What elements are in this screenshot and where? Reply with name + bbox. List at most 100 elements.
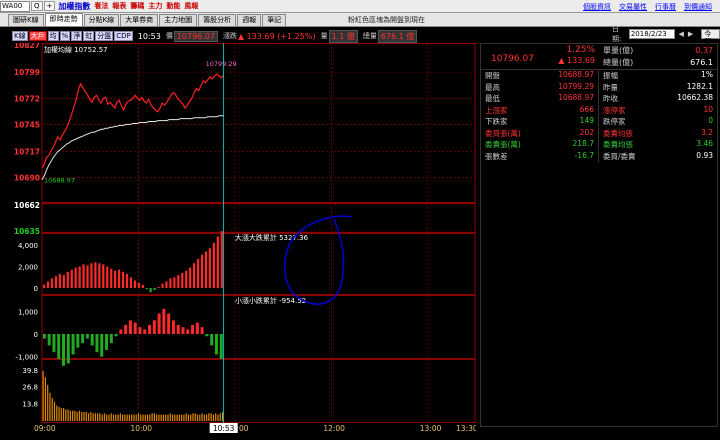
quote-key: 上漲家 bbox=[485, 105, 508, 115]
volume-bar bbox=[103, 413, 106, 421]
tab-weekly[interactable]: 週報 bbox=[237, 14, 262, 26]
volume-bar bbox=[126, 414, 128, 421]
high-mark: 10799.29 bbox=[206, 60, 237, 68]
big-bar bbox=[153, 288, 156, 291]
small-bar bbox=[205, 334, 209, 337]
tab-big-brokers[interactable]: 大單券商 bbox=[120, 14, 159, 26]
small-bar bbox=[71, 334, 75, 355]
big-bar bbox=[110, 268, 113, 288]
small-bar bbox=[85, 334, 89, 339]
volume-bar bbox=[85, 412, 87, 421]
add-button[interactable]: + bbox=[43, 1, 56, 11]
btn-split[interactable]: 分盤 bbox=[95, 31, 114, 41]
big-bar bbox=[82, 264, 85, 288]
quote-panel: 日期: 2018/2/23 ◀ ▶ 今天 1.25% 10796.07 ▲ 13… bbox=[478, 25, 720, 440]
price-label: 價 bbox=[165, 32, 173, 40]
volume-bar bbox=[142, 414, 144, 421]
volume-bar bbox=[160, 414, 162, 421]
small-bar bbox=[114, 334, 118, 337]
cursor-time-label: 10:53 bbox=[213, 424, 235, 433]
btn-net[interactable]: 淨 bbox=[71, 31, 83, 41]
big-bar bbox=[189, 267, 192, 288]
menu-item[interactable]: 動能 bbox=[166, 1, 180, 12]
menu-item[interactable]: 報表 bbox=[112, 1, 126, 12]
big-tick-label: 0 bbox=[34, 285, 38, 293]
today-button[interactable]: 今天 bbox=[701, 29, 720, 46]
big-bar bbox=[137, 282, 140, 288]
volume-bar bbox=[51, 397, 53, 421]
volume-bar bbox=[101, 414, 103, 421]
quote-cell: 委買張(萬) 202 bbox=[481, 127, 599, 139]
small-bar bbox=[42, 334, 46, 339]
volume-bar bbox=[185, 413, 187, 421]
btn-avg[interactable]: 均 bbox=[47, 31, 59, 41]
volume-bar bbox=[49, 392, 51, 421]
tab-kline[interactable]: 圖研K線 bbox=[8, 14, 44, 26]
btn-percent[interactable]: % bbox=[59, 31, 71, 41]
tab-chip-analysis[interactable]: 籌股分析 bbox=[198, 14, 237, 26]
volume-bar bbox=[44, 377, 47, 421]
big-bar bbox=[200, 254, 204, 288]
link-trade-attr[interactable]: 交易屬性 bbox=[619, 2, 647, 12]
price-tick-label: 10827 bbox=[14, 43, 40, 50]
intraday-chart[interactable]: 10827 10799 10772 10745 10717 10690 10662 10635… bbox=[12, 43, 476, 440]
small-tick-label: 0 bbox=[34, 331, 38, 339]
time-tick-label: 13:30 bbox=[456, 424, 476, 433]
tab-realtime[interactable]: 即時走勢 bbox=[44, 13, 83, 26]
time-tick-label: 10:00 bbox=[130, 424, 152, 433]
big-bar bbox=[169, 278, 172, 288]
big-bar bbox=[74, 267, 77, 288]
big-bar bbox=[133, 280, 136, 288]
quote-value: 1282.1 bbox=[686, 81, 713, 91]
quote-key: 振幅 bbox=[603, 71, 618, 81]
quote-cell: 委賣張(萬) 218.7 bbox=[481, 139, 599, 151]
volume-bar bbox=[74, 410, 76, 421]
date-input[interactable]: 2018/2/23 bbox=[628, 29, 675, 39]
big-bar bbox=[78, 266, 81, 288]
volume-bar bbox=[122, 414, 124, 421]
quote-key: 最低 bbox=[485, 94, 500, 104]
link-stock-info[interactable]: 個股資訊 bbox=[583, 2, 611, 12]
btn-kline[interactable]: K線 bbox=[12, 31, 28, 41]
volume-bar bbox=[124, 414, 126, 421]
volume-bar bbox=[158, 414, 160, 421]
tab-main-map[interactable]: 主力地圖 bbox=[159, 14, 198, 26]
quote-value: 10688.97 bbox=[558, 93, 594, 103]
btn-rainbow[interactable]: 虹 bbox=[83, 31, 95, 41]
change-percent: 1.25% bbox=[566, 45, 595, 55]
small-panel-title: 小漲小跌累計 -954.52 bbox=[235, 296, 306, 305]
search-icon[interactable]: Q bbox=[31, 1, 43, 11]
big-bar bbox=[86, 265, 89, 288]
quote-cell: 上漲家 666 bbox=[481, 104, 599, 116]
quote-value: 0.93 bbox=[696, 150, 713, 160]
last-price: 10796.07 bbox=[491, 54, 534, 64]
volume-bar bbox=[133, 414, 135, 421]
link-calendar[interactable]: 行事曆 bbox=[655, 2, 676, 12]
tab-minute-kline[interactable]: 分點K線 bbox=[83, 14, 120, 26]
big-bar bbox=[216, 236, 219, 288]
small-bar bbox=[119, 329, 123, 334]
symbol-input[interactable]: WA00 bbox=[0, 0, 30, 12]
quote-value: 202 bbox=[579, 127, 594, 137]
next-day-icon[interactable]: ▶ bbox=[688, 30, 693, 38]
btn-big-player[interactable]: 大戶 bbox=[28, 31, 47, 41]
current-time: 10:53 bbox=[137, 31, 161, 41]
quote-row: 委買張(萬) 202 委賣均張 3.2 bbox=[481, 127, 717, 140]
prev-day-icon[interactable]: ◀ bbox=[679, 30, 684, 38]
small-bar bbox=[200, 327, 204, 334]
menu-item[interactable]: 風報 bbox=[184, 1, 198, 12]
menu-item[interactable]: 加權指數 bbox=[58, 1, 90, 12]
menu-item[interactable]: 看法 bbox=[94, 1, 108, 12]
link-price-alert[interactable]: 到價通知 bbox=[684, 2, 712, 12]
top-links: 個股資訊 交易屬性 行事曆 到價通知 bbox=[583, 2, 712, 12]
volume-bar bbox=[162, 414, 165, 421]
big-bar bbox=[46, 281, 50, 288]
btn-cdp[interactable]: CDP bbox=[114, 31, 133, 41]
volume-bar bbox=[81, 412, 83, 421]
small-bar bbox=[214, 334, 218, 355]
quote-row: 委賣張(萬) 218.7 委賣均張 3.46 bbox=[481, 139, 717, 151]
menu-item[interactable]: 籌碼 bbox=[130, 1, 144, 12]
menu-item[interactable]: 主力 bbox=[148, 1, 162, 12]
tab-notes[interactable]: 筆記 bbox=[262, 14, 287, 26]
big-tick-label: 4,000 bbox=[18, 242, 38, 250]
